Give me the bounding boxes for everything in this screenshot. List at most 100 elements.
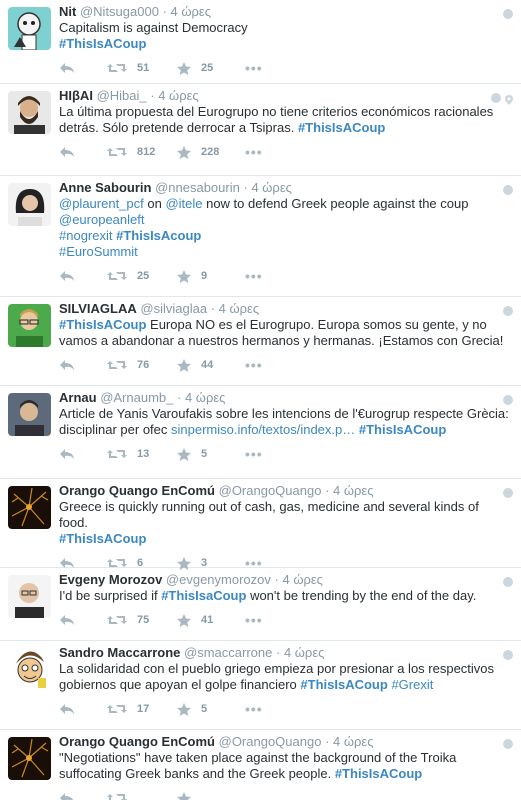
tweet-header: Nit @Nitsuga000 · 4 ώρες	[59, 4, 511, 20]
retweet-icon	[107, 359, 127, 371]
user-fullname[interactable]: SILVIAGLAA	[59, 301, 137, 316]
avatar[interactable]	[8, 486, 51, 529]
favorite-button[interactable]: 5	[177, 702, 245, 716]
favorite-button[interactable]: 25	[177, 61, 245, 75]
tweet-timestamp[interactable]: 4 ώρες	[158, 88, 198, 103]
tweet[interactable]: SILVIAGLAA @silviaglaa · 4 ώρες #ThisIsAC…	[0, 297, 521, 386]
favorite-button[interactable]: 9	[177, 269, 245, 283]
user-fullname[interactable]: Anne Sabourin	[59, 180, 151, 195]
user-fullname[interactable]: Evgeny Morozov	[59, 572, 162, 587]
retweet-button[interactable]: 25	[107, 270, 177, 282]
tweet-timestamp[interactable]: 4 ώρες	[219, 301, 259, 316]
reply-button[interactable]	[59, 448, 107, 460]
user-handle[interactable]: @silviaglaa	[140, 301, 207, 316]
tweet[interactable]: Anne Sabourin @nnesabourin · 4 ώρες @plau…	[0, 176, 521, 297]
user-handle[interactable]: @smaccarrone	[184, 645, 272, 660]
user-fullname[interactable]: Orango Quango EnComú	[59, 483, 215, 498]
mention-link[interactable]: #EuroSummit	[59, 244, 138, 259]
tweet[interactable]: Arnau @Arnaumb_ · 4 ώρες Article de Yanis…	[0, 386, 521, 479]
favorite-button[interactable]: 44	[177, 358, 245, 372]
reply-button[interactable]	[59, 62, 107, 74]
user-handle[interactable]: @OrangoQuango	[219, 483, 322, 498]
reply-button[interactable]	[59, 792, 107, 800]
more-icon[interactable]: •••	[245, 357, 263, 373]
tweet[interactable]: Evgeny Morozov @evgenymorozov · 4 ώρες I'…	[0, 568, 521, 641]
tweet-timestamp[interactable]: 4 ώρες	[284, 645, 324, 660]
reply-button[interactable]	[59, 359, 107, 371]
tweet-corner	[491, 93, 513, 108]
favorite-count: 5	[201, 703, 208, 715]
reply-button[interactable]	[59, 614, 107, 626]
user-fullname[interactable]: HIβAI	[59, 88, 93, 103]
favorite-button[interactable]: 228	[177, 145, 245, 159]
more-icon[interactable]: •••	[245, 268, 263, 284]
avatar[interactable]	[8, 183, 51, 226]
more-icon[interactable]: •••	[245, 144, 263, 160]
retweet-count: 76	[137, 359, 150, 371]
avatar[interactable]	[8, 393, 51, 436]
mention-link[interactable]: @plaurent_pcf	[59, 196, 144, 211]
retweet-button[interactable]: 76	[107, 359, 177, 371]
more-icon[interactable]: •••	[245, 60, 263, 76]
hashtag-link[interactable]: #ThisIsACoup	[59, 317, 146, 332]
retweet-button[interactable]: 812	[107, 146, 177, 158]
hashtag-link[interactable]: #ThisIsACoup	[300, 677, 387, 692]
retweet-button[interactable]: 75	[107, 614, 177, 626]
hashtag-link[interactable]: #ThisIsACoup	[359, 422, 446, 437]
more-icon[interactable]: •••	[245, 701, 263, 717]
avatar[interactable]	[8, 737, 51, 780]
more-icon[interactable]: •••	[245, 446, 263, 462]
globe-icon	[503, 488, 513, 498]
tweet[interactable]: Nit @Nitsuga000 · 4 ώρες Capitalism is ag…	[0, 0, 521, 84]
more-icon[interactable]: •••	[245, 612, 263, 628]
reply-button[interactable]	[59, 703, 107, 715]
hashtag-link[interactable]: #ThisIsACoup	[298, 120, 385, 135]
mention-link[interactable]: #nogrexit	[59, 228, 112, 243]
mention-link[interactable]: @itele	[165, 196, 202, 211]
favorite-button[interactable]: 5	[177, 447, 245, 461]
reply-button[interactable]	[59, 270, 107, 282]
tweet[interactable]: Orango Quango EnComú @OrangoQuango · 4 ώ…	[0, 479, 521, 571]
favorite-button[interactable]: 41	[177, 613, 245, 627]
user-handle[interactable]: @evgenymorozov	[166, 572, 271, 587]
retweet-button[interactable]: 13	[107, 448, 177, 460]
retweet-button[interactable]: 51	[107, 62, 177, 74]
avatar[interactable]	[8, 7, 51, 50]
tweet-timestamp[interactable]: 4 ώρες	[333, 734, 373, 749]
tweet[interactable]: Sandro Maccarrone @smaccarrone · 4 ώρες L…	[0, 641, 521, 730]
retweet-button[interactable]	[107, 792, 177, 800]
user-handle[interactable]: @Nitsuga000	[80, 4, 159, 19]
user-handle[interactable]: @Hibai_	[97, 88, 147, 103]
avatar[interactable]	[8, 91, 51, 134]
avatar[interactable]	[8, 575, 51, 618]
user-handle[interactable]: @nnesabourin	[155, 180, 240, 195]
favorite-button[interactable]	[177, 791, 245, 800]
hashtag-link[interactable]: #ThisIsACoup	[335, 766, 422, 781]
tweet[interactable]: HIβAI @Hibai_ · 4 ώρες La última propuest…	[0, 84, 521, 176]
user-handle[interactable]: @OrangoQuango	[219, 734, 322, 749]
hashtag-link[interactable]: #ThisIsaCoup	[161, 588, 246, 603]
avatar[interactable]	[8, 648, 51, 691]
mention-link[interactable]: #Grexit	[391, 677, 433, 692]
mention-link[interactable]: sinpermiso.info/textos/index.p…	[171, 422, 355, 437]
user-fullname[interactable]: Arnau	[59, 390, 97, 405]
tweet-timestamp[interactable]: 4 ώρες	[282, 572, 322, 587]
avatar[interactable]	[8, 304, 51, 347]
user-fullname[interactable]: Sandro Maccarrone	[59, 645, 180, 660]
hashtag-link[interactable]: #ThisIsACoup	[59, 36, 146, 51]
user-fullname[interactable]: Nit	[59, 4, 76, 19]
tweet-corner	[503, 739, 513, 749]
tweet[interactable]: Orango Quango EnComú @OrangoQuango · 4 ώ…	[0, 730, 521, 800]
mention-link[interactable]: @europeanleft	[59, 212, 144, 227]
user-fullname[interactable]: Orango Quango EnComú	[59, 734, 215, 749]
text-segment: I'd be surprised if	[59, 588, 162, 603]
tweet-timestamp[interactable]: 4 ώρες	[333, 483, 373, 498]
tweet-timestamp[interactable]: 4 ώρες	[185, 390, 225, 405]
user-handle[interactable]: @Arnaumb_	[100, 390, 173, 405]
hashtag-link[interactable]: #ThisIsAcoup	[116, 228, 201, 243]
hashtag-link[interactable]: #ThisIsACoup	[59, 531, 146, 546]
reply-button[interactable]	[59, 146, 107, 158]
retweet-button[interactable]: 17	[107, 703, 177, 715]
tweet-timestamp[interactable]: 4 ώρες	[171, 4, 211, 19]
tweet-timestamp[interactable]: 4 ώρες	[251, 180, 291, 195]
